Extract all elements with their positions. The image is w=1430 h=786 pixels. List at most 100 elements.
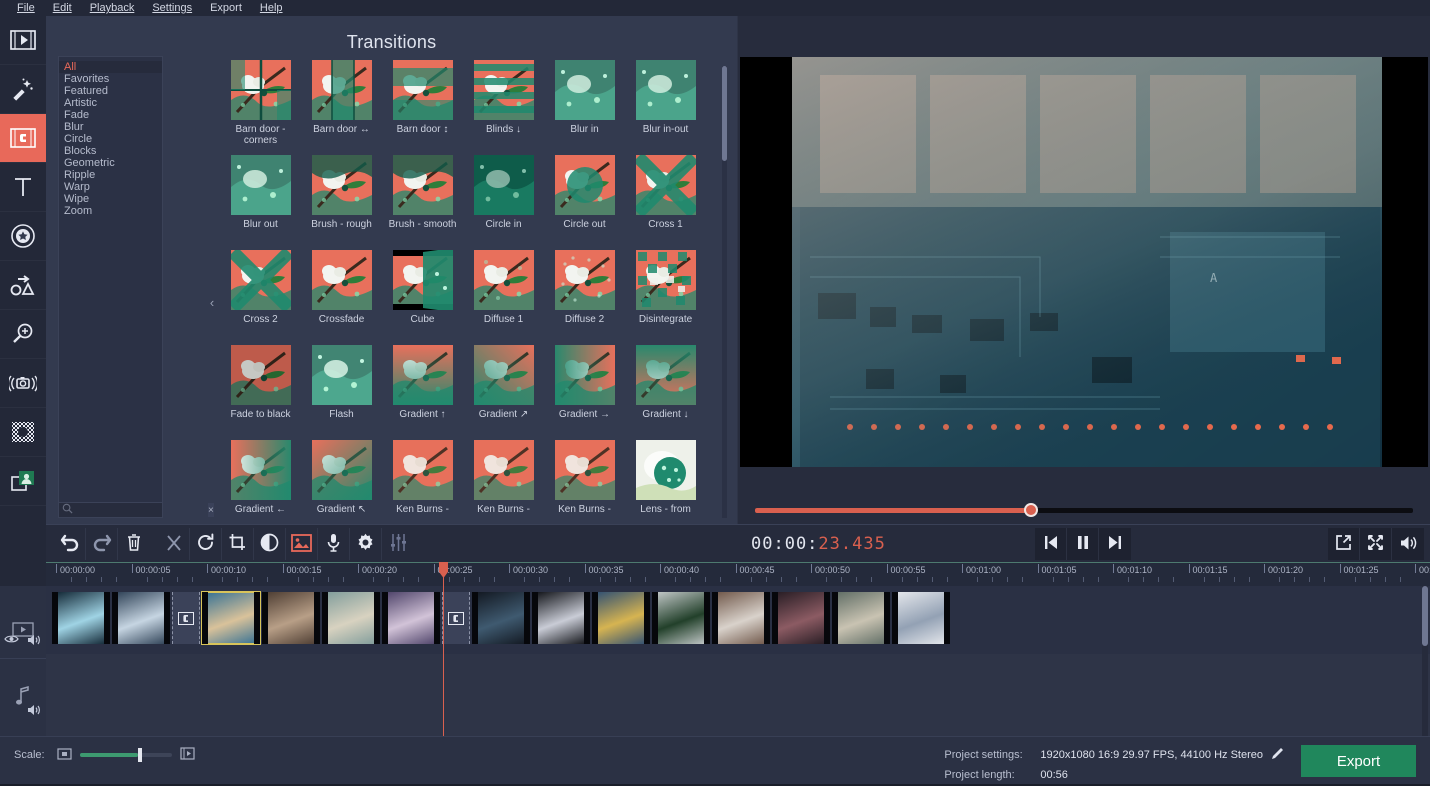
delete-button[interactable] [118,528,150,560]
transition-item[interactable]: Circle out [544,155,625,250]
clip-laptop-hands[interactable] [262,592,320,644]
category-favorites[interactable]: Favorites [59,73,162,85]
transition-thumbnail[interactable] [473,60,534,120]
collapse-panel-button[interactable]: ‹ [204,291,220,313]
rail-filters[interactable] [0,310,46,359]
browser-scrollbar[interactable] [722,66,727,518]
timeline-scrollbar-thumb[interactable] [1422,586,1428,646]
seek-bar[interactable] [755,503,1413,517]
transition-item[interactable]: Crossfade [301,250,382,345]
fullscreen-button[interactable] [1360,528,1392,560]
menu-export[interactable]: Export [201,0,251,16]
export-button[interactable]: Export [1301,745,1416,777]
undo-button[interactable] [54,528,86,560]
search-box[interactable]: × [58,502,214,518]
color-adjust-button[interactable] [254,528,286,560]
transition-thumbnail[interactable] [554,250,615,310]
transition-item[interactable]: Flash [301,345,382,440]
transition-item[interactable]: Barn door ↔ [301,60,382,155]
clip-light-streaks[interactable] [52,592,110,644]
rotate-button[interactable] [190,528,222,560]
clip-foggy-forest[interactable] [652,592,710,644]
transition-item[interactable]: Cross 2 [220,250,301,345]
rail-stabilization[interactable] [0,359,46,408]
scale-slider-handle[interactable] [137,748,142,762]
transition-thumbnail[interactable] [554,155,615,215]
transition-thumbnail[interactable] [635,440,696,500]
transition-item[interactable]: Ken Burns - [544,440,625,522]
clip-beach[interactable] [201,591,261,645]
redo-button[interactable] [86,528,118,560]
transition-thumbnail[interactable] [311,155,372,215]
edit-project-settings-icon[interactable] [1271,747,1284,763]
transition-item[interactable]: Blur out [220,155,301,250]
playhead[interactable] [439,562,448,736]
category-fade[interactable]: Fade [59,109,162,121]
category-featured[interactable]: Featured [59,85,162,97]
category-list[interactable]: All Favorites Featured Artistic Fade Blur Circ… [58,56,163,518]
clip-concert[interactable] [382,592,440,644]
rail-callouts[interactable] [0,261,46,310]
clip-dark-window[interactable] [472,592,530,644]
transition-thumbnail[interactable] [473,345,534,405]
rail-magic-tools[interactable] [0,65,46,114]
rail-chroma-key[interactable] [0,408,46,457]
transition-thumbnail[interactable] [230,440,291,500]
category-blur[interactable]: Blur [59,121,162,133]
browser-scrollbar-thumb[interactable] [722,66,727,161]
transition-item[interactable]: Disintegrate [625,250,706,345]
menu-help[interactable]: Help [251,0,292,16]
transition-thumbnail[interactable] [311,345,372,405]
transition-thumbnail[interactable] [473,440,534,500]
category-wipe[interactable]: Wipe [59,193,162,205]
transition-thumbnail[interactable] [311,250,372,310]
video-track[interactable] [46,586,1430,654]
transition-thumbnail[interactable] [230,250,291,310]
toggle-audio-mute[interactable] [27,704,42,719]
category-zoom[interactable]: Zoom [59,205,162,217]
category-blocks[interactable]: Blocks [59,145,162,157]
transition-item[interactable]: Blinds ↓ [463,60,544,155]
menu-edit[interactable]: Edit [44,0,81,16]
clip-papers[interactable] [532,592,590,644]
transition-thumbnail[interactable] [473,250,534,310]
transition-item[interactable]: Diffuse 2 [544,250,625,345]
transition-item[interactable]: Barn door ↕ [382,60,463,155]
transition-item[interactable]: Blur in [544,60,625,155]
transition-thumbnail[interactable] [392,250,453,310]
category-warp[interactable]: Warp [59,181,162,193]
transition-thumbnail[interactable] [392,440,453,500]
transition-marker[interactable] [172,592,200,644]
transition-thumbnail[interactable] [230,60,291,120]
transition-item[interactable]: Ken Burns - [463,440,544,522]
zoom-in-icon[interactable] [179,747,195,763]
transition-item[interactable]: Cube [382,250,463,345]
transition-thumbnail[interactable] [635,250,696,310]
category-circle[interactable]: Circle [59,133,162,145]
next-frame-button[interactable] [1099,528,1131,560]
seek-bar-handle[interactable] [1024,503,1039,517]
clip-seaside-town[interactable] [322,592,380,644]
category-artistic[interactable]: Artistic [59,97,162,109]
clip-coastline[interactable] [112,592,170,644]
transition-thumbnail[interactable] [635,155,696,215]
transition-thumbnail[interactable] [311,440,372,500]
timeline-ruler[interactable]: 00:00:00 00:00:05 00:00:10 00:00:15 00:00:20… [46,562,1430,586]
transition-thumbnail[interactable] [635,60,696,120]
transition-item[interactable]: Gradient ↗ [463,345,544,440]
rail-titles[interactable] [0,163,46,212]
transition-thumbnail[interactable] [554,60,615,120]
transition-item[interactable]: Lens - from [625,440,706,522]
video-preview[interactable]: A [740,57,1428,467]
clip-network-graph[interactable] [892,592,950,644]
transition-item[interactable]: Gradient ← [220,440,301,522]
transition-thumbnail[interactable] [392,155,453,215]
rail-import-media[interactable] [0,16,46,65]
rail-more-tools[interactable] [0,457,46,506]
volume-button[interactable] [1392,528,1424,560]
transition-item[interactable]: Gradient ↑ [382,345,463,440]
clip-desk-workspace[interactable] [592,592,650,644]
clip-portrait[interactable] [712,592,770,644]
transition-thumbnail[interactable] [392,60,453,120]
transition-item[interactable]: Gradient ↓ [625,345,706,440]
